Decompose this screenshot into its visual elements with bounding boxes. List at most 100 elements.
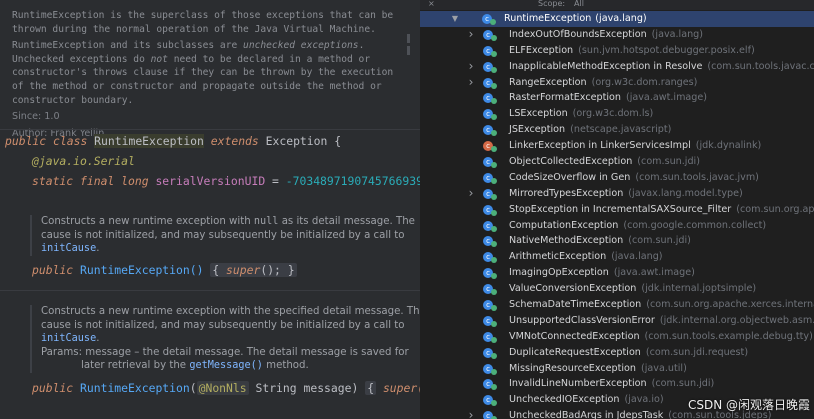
scope-label: Scope: xyxy=(538,0,566,8)
public-badge-icon xyxy=(491,34,497,41)
public-badge-icon xyxy=(491,225,497,232)
folded-body[interactable]: { super(); } xyxy=(210,263,297,277)
chevron-right-icon[interactable]: › xyxy=(466,186,476,202)
tree-item-package: (java.awt.image) xyxy=(613,267,695,279)
chevron-right-icon[interactable]: › xyxy=(466,59,476,75)
initcause-link[interactable]: initCause xyxy=(41,333,96,344)
tree-item-package: (java.lang) xyxy=(651,28,704,40)
public-badge-icon xyxy=(491,273,497,280)
parent-class-name[interactable]: Exception xyxy=(266,134,328,148)
tree-item[interactable]: c SchemaDateTimeException (com.sun.org.apa… xyxy=(420,297,814,313)
tree-item[interactable]: › c RangeException (org.w3c.dom.ranges) xyxy=(420,75,814,91)
tree-item-name: UnsupportedClassVersionError xyxy=(509,314,655,326)
ctor-no-args[interactable]: public RuntimeException() { super(); } xyxy=(32,262,297,278)
chevron-right-icon[interactable]: › xyxy=(466,408,476,419)
hierarchy-toolbar: × Scope: All xyxy=(420,0,814,10)
public-badge-icon xyxy=(491,352,497,359)
getmessage-link[interactable]: getMessage() xyxy=(189,360,263,371)
tree-item-package: (com.sun.jdi) xyxy=(637,156,700,168)
tree-item-package: (java.awt.image) xyxy=(625,92,708,104)
tree-item[interactable]: › c InapplicableMethodException in Resolve… xyxy=(420,59,814,75)
tree-item-package: (com.sun.tools.javac.comp) xyxy=(707,60,814,72)
code-editor[interactable]: RuntimeException is the superclass of th… xyxy=(0,0,420,419)
tree-item[interactable]: c LinkerException in LinkerServicesImpl (j… xyxy=(420,138,814,154)
public-badge-icon xyxy=(491,82,497,89)
tree-item-name: IndexOutOfBoundsException xyxy=(509,28,647,40)
initcause-link[interactable]: initCause xyxy=(41,243,96,254)
tree-item-package: (org.w3c.dom.ls) xyxy=(572,108,654,120)
type-hierarchy-panel[interactable]: × Scope: All ▼ c RuntimeException (java.l… xyxy=(420,0,814,419)
scrollbar-marker xyxy=(407,34,410,43)
public-badge-icon xyxy=(491,209,497,216)
tree-item[interactable]: c ObjectCollectedException (com.sun.jdi) xyxy=(420,154,814,170)
tree-item[interactable]: c UnsupportedClassVersionError (jdk.intern… xyxy=(420,313,814,329)
tree-item[interactable]: › c MirroredTypesException (javax.lang.mode… xyxy=(420,186,814,202)
javadoc-summary: RuntimeException is the superclass of th… xyxy=(12,10,394,35)
tree-item[interactable]: c ValueConversionException (jdk.internal.j… xyxy=(420,281,814,297)
tree-item[interactable]: c VMNotConnectedException (com.sun.tools.e… xyxy=(420,329,814,345)
public-badge-icon xyxy=(491,177,497,184)
tree-item[interactable]: c CodeSizeOverflow in Gen (com.sun.tools.j… xyxy=(420,170,814,186)
tree-item-name: ValueConversionException xyxy=(509,283,637,295)
chevron-right-icon[interactable]: › xyxy=(466,75,476,91)
public-badge-icon xyxy=(491,162,497,169)
tree-item[interactable]: c ComputationException (com.google.common.… xyxy=(420,218,814,234)
tree-item-name: RangeException xyxy=(509,76,587,88)
tree-item[interactable]: c MissingResourceException (java.util) xyxy=(420,361,814,377)
tree-item[interactable]: c DuplicateRequestException (com.sun.jdi.r… xyxy=(420,345,814,361)
tree-item-name: UncheckedBadArgs in JdepsTask xyxy=(509,410,664,419)
tree-item-package: (com.sun.org.apache.xerces.internal.impl… xyxy=(646,299,814,311)
scope-select[interactable]: All xyxy=(574,0,584,8)
public-badge-icon xyxy=(491,400,497,407)
tree-item-name: LinkerException in LinkerServicesImpl xyxy=(509,140,691,152)
tree-item-name: LSException xyxy=(509,108,568,120)
public-badge-icon xyxy=(491,241,497,248)
close-icon[interactable]: × xyxy=(428,0,435,8)
serial-version-field[interactable]: static final long serialVersionUID = -70… xyxy=(32,173,420,189)
tree-root-runtimeexception[interactable]: ▼ c RuntimeException (java.lang) xyxy=(420,11,814,27)
tree-item-name: ObjectCollectedException xyxy=(509,156,633,168)
tree-item[interactable]: c NativeMethodException (com.sun.jdi) xyxy=(420,233,814,249)
public-badge-icon xyxy=(491,336,497,343)
public-badge-icon xyxy=(491,66,497,73)
divider xyxy=(0,129,420,130)
tree-item[interactable]: c InvalidLineNumberException (com.sun.jdi) xyxy=(420,376,814,392)
tree-item-name: ImagingOpException xyxy=(509,267,609,279)
tree-item-package: (jdk.internal.joptsimple) xyxy=(641,283,757,295)
tree-item[interactable]: › c IndexOutOfBoundsException (java.lang) xyxy=(420,27,814,43)
tree-item-package: (netscape.javascript) xyxy=(570,124,672,136)
tree-item[interactable]: c RasterFormatException (java.awt.image) xyxy=(420,90,814,106)
public-badge-icon xyxy=(490,19,496,25)
class-declaration[interactable]: public class RuntimeException extends Ex… xyxy=(5,133,341,149)
tree-item[interactable]: c LSException (org.w3c.dom.ls) xyxy=(420,106,814,122)
chevron-right-icon[interactable]: › xyxy=(466,27,476,43)
tree-item-name: NativeMethodException xyxy=(509,235,624,247)
hierarchy-tree[interactable]: ▼ c RuntimeException (java.lang) › c IndexO… xyxy=(420,11,814,419)
tree-item-package: (com.sun.jdi.request) xyxy=(645,346,749,358)
public-badge-icon xyxy=(491,257,497,264)
tree-item-package: (com.sun.tools.example.debug.tty) xyxy=(644,330,813,342)
watermark: CSDN @闲观落日晚霞 xyxy=(687,398,810,412)
tree-item[interactable]: c ArithmeticException (java.lang) xyxy=(420,249,814,265)
tree-item-name: SchemaDateTimeException xyxy=(509,299,642,311)
tree-children: › c IndexOutOfBoundsException (java.lang) c E… xyxy=(420,27,814,419)
tree-item[interactable]: c StopException in IncrementalSAXSource_F… xyxy=(420,202,814,218)
tree-item-package: (jdk.dynalink) xyxy=(695,140,762,152)
tree-item-package: (java.util) xyxy=(641,362,687,374)
public-badge-icon xyxy=(491,146,497,153)
tree-item-package: (com.sun.jdi) xyxy=(628,235,691,247)
ctor2-rendered-javadoc: Constructs a new runtime exception with … xyxy=(30,305,420,373)
public-badge-icon xyxy=(491,320,497,327)
ctor-message[interactable]: public RuntimeException(@NonNls String m… xyxy=(32,380,420,396)
public-badge-icon xyxy=(491,50,497,57)
tree-item[interactable]: c JSException (netscape.javascript) xyxy=(420,122,814,138)
tree-item-name: ELFException xyxy=(509,44,574,56)
tree-item-name: ComputationException xyxy=(509,219,619,231)
tree-item[interactable]: c ImagingOpException (java.awt.image) xyxy=(420,265,814,281)
javadoc-since: Since: 1.0 xyxy=(12,111,60,123)
tree-item[interactable]: c ELFException (sun.jvm.hotspot.debugger.p… xyxy=(420,43,814,59)
tree-item-name: ArithmeticException xyxy=(509,251,607,263)
chevron-down-icon[interactable]: ▼ xyxy=(450,11,460,27)
class-name[interactable]: RuntimeException xyxy=(94,134,204,148)
serial-annotation[interactable]: @java.io.Serial xyxy=(32,153,135,169)
